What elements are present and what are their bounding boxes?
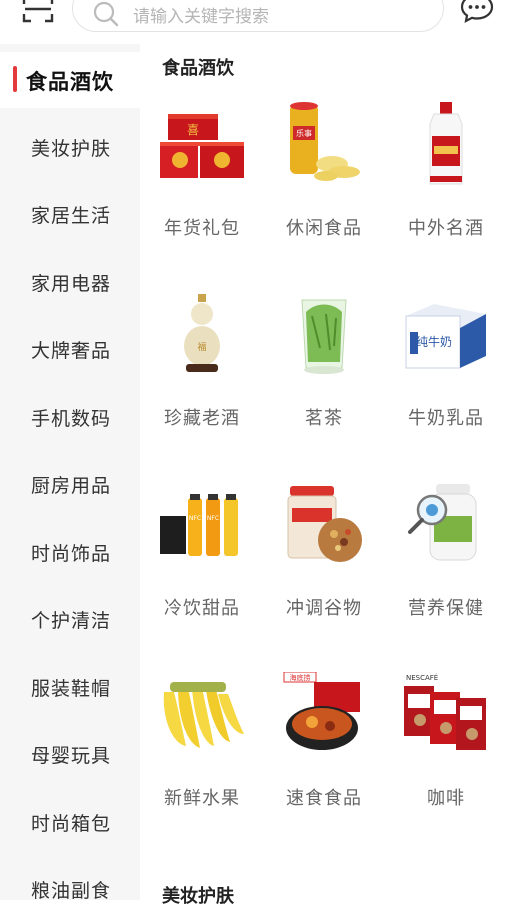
- search-input[interactable]: [131, 3, 425, 31]
- sidebar-item-baby-toys[interactable]: 母婴玩具: [0, 727, 140, 783]
- gift-box-image: 喜: [160, 114, 244, 178]
- section-title: 食品酒饮: [162, 58, 234, 79]
- category-content: 食品酒饮 喜 年货礼包 乐事 休闲食品 中外名酒 福 珍藏老酒 茗茶 纯牛奶 牛…: [140, 44, 506, 907]
- sidebar-item-grain-oil[interactable]: 粮油副食: [0, 862, 140, 918]
- svg-text:海底捞: 海底捞: [290, 673, 311, 682]
- sidebar-item-home-living[interactable]: 家居生活: [0, 187, 140, 243]
- liquor-bottle-image: [429, 102, 463, 185]
- sidebar-item-label: 服装鞋帽: [31, 678, 112, 700]
- grid-item-label: 新鲜水果: [164, 788, 240, 809]
- milk-box-image: 纯牛奶: [405, 304, 486, 369]
- search-bar[interactable]: [72, 0, 444, 32]
- sidebar-item-food-drinks[interactable]: 食品酒饮: [0, 52, 140, 108]
- svg-text:NESCAFÉ: NESCAFÉ: [406, 673, 438, 682]
- message-icon[interactable]: [460, 0, 494, 24]
- gourd-bottle-image: 福: [184, 294, 220, 372]
- grid-item-instant-food[interactable]: 海底捞 速食食品: [264, 672, 384, 852]
- grid-item-label: 休闲食品: [286, 218, 362, 239]
- svg-text:福: 福: [197, 341, 206, 353]
- tea-cup-image: [301, 299, 347, 374]
- coffee-box-image: NESCAFÉ: [404, 673, 486, 750]
- grid-item-famous-liquor[interactable]: 中外名酒: [386, 102, 506, 282]
- grid-item-label: 年货礼包: [164, 218, 240, 239]
- svg-text:乐事: 乐事: [296, 128, 312, 138]
- next-section-title: 美妆护肤: [162, 886, 234, 907]
- scan-icon[interactable]: [22, 0, 54, 24]
- grid-item-label: 速食食品: [286, 788, 362, 809]
- sidebar-item-luxury[interactable]: 大牌奢品: [0, 322, 140, 378]
- hotpot-image: 海底捞: [283, 672, 360, 750]
- grid-item-fresh-fruit[interactable]: 新鲜水果: [142, 672, 262, 852]
- sidebar-item-bags[interactable]: 时尚箱包: [0, 795, 140, 851]
- sidebar-item-label: 时尚箱包: [31, 813, 112, 835]
- search-icon: [93, 1, 119, 27]
- grid-item-aged-liquor[interactable]: 福 珍藏老酒: [142, 292, 262, 472]
- banana-image: [163, 682, 244, 748]
- category-sidebar: 食品酒饮 美妆护肤 家居生活 家用电器 大牌奢品 手机数码 厨房用品 时尚饰品 …: [0, 44, 140, 902]
- top-bar: [0, 0, 506, 44]
- grid-item-gift-packs[interactable]: 喜 年货礼包: [142, 102, 262, 282]
- grid-item-cold-drinks[interactable]: NFC NFC 冷饮甜品: [142, 482, 262, 662]
- grid-item-label: 茗茶: [305, 408, 343, 429]
- grid-item-label: 牛奶乳品: [408, 408, 484, 429]
- svg-text:纯牛奶: 纯牛奶: [416, 334, 452, 349]
- sidebar-item-label: 家用电器: [31, 273, 112, 295]
- grid-item-label: 冷饮甜品: [164, 598, 240, 619]
- grid-item-label: 冲调谷物: [286, 598, 362, 619]
- grid-item-coffee[interactable]: NESCAFÉ 咖啡: [386, 672, 506, 852]
- sidebar-item-personal-care[interactable]: 个护清洁: [0, 592, 140, 648]
- cereal-jar-image: [287, 486, 362, 562]
- sidebar-item-label: 时尚饰品: [31, 543, 112, 565]
- sidebar-item-apparel[interactable]: 服装鞋帽: [0, 660, 140, 716]
- grid-item-snacks[interactable]: 乐事 休闲食品: [264, 102, 384, 282]
- sidebar-item-label: 粮油副食: [31, 880, 112, 902]
- grid-item-dairy[interactable]: 纯牛奶 牛奶乳品: [386, 292, 506, 472]
- grid-item-tea[interactable]: 茗茶: [264, 292, 384, 472]
- grid-item-label: 咖啡: [427, 788, 465, 809]
- grid-item-label: 营养保健: [408, 598, 484, 619]
- sidebar-item-label: 个护清洁: [31, 610, 112, 632]
- grid-item-label: 中外名酒: [408, 218, 484, 239]
- grid-item-cereal[interactable]: 冲调谷物: [264, 482, 384, 662]
- sidebar-item-label: 美妆护肤: [31, 138, 112, 160]
- sidebar-item-label: 家居生活: [31, 205, 112, 227]
- grid-item-label: 珍藏老酒: [164, 408, 240, 429]
- active-indicator: [13, 66, 17, 92]
- sidebar-item-label: 厨房用品: [31, 475, 112, 497]
- sidebar-item-label: 手机数码: [31, 408, 112, 430]
- grid-item-nutrition[interactable]: 营养保健: [386, 482, 506, 662]
- sidebar-item-accessories[interactable]: 时尚饰品: [0, 525, 140, 581]
- sidebar-item-digital[interactable]: 手机数码: [0, 390, 140, 446]
- svg-text:NFC: NFC: [189, 515, 201, 522]
- sidebar-item-label: 母婴玩具: [31, 745, 112, 767]
- svg-text:NFC: NFC: [207, 515, 219, 522]
- sidebar-item-kitchen[interactable]: 厨房用品: [0, 457, 140, 513]
- sidebar-item-appliances[interactable]: 家用电器: [0, 255, 140, 311]
- sidebar-item-beauty[interactable]: 美妆护肤: [0, 120, 140, 176]
- juice-bottles-image: NFC NFC: [160, 494, 238, 556]
- sidebar-item-label: 食品酒饮: [26, 70, 114, 94]
- svg-text:喜: 喜: [187, 123, 199, 137]
- supplement-jar-image: [408, 484, 477, 561]
- sidebar-item-label: 大牌奢品: [31, 340, 112, 362]
- snack-image: 乐事: [290, 102, 360, 181]
